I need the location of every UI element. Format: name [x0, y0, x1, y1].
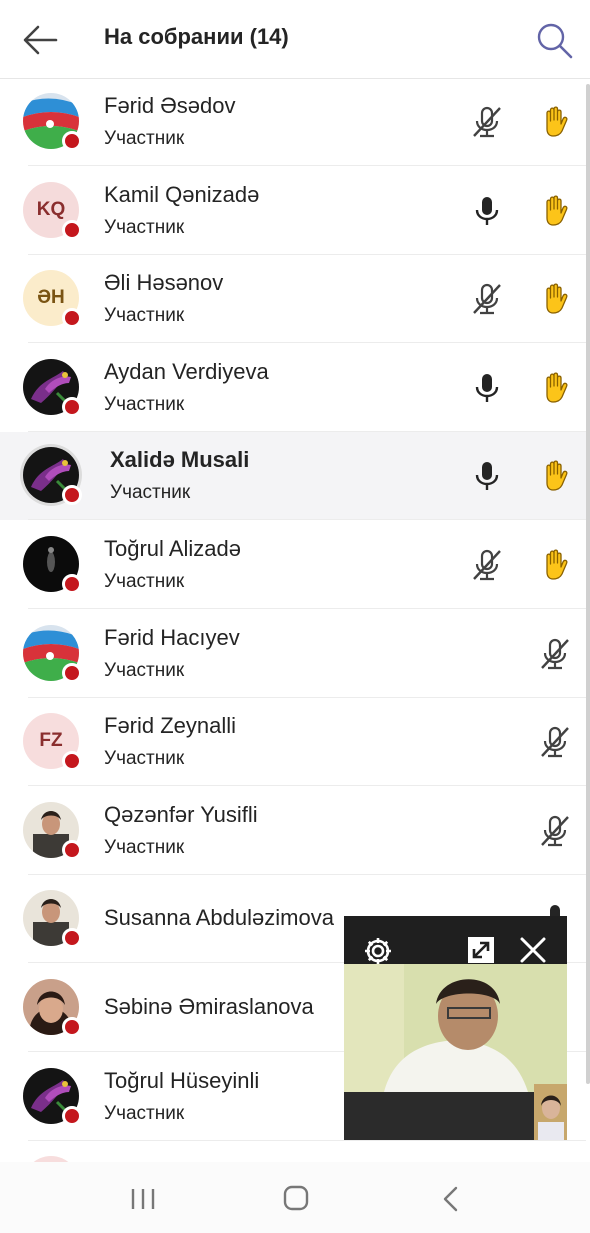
- presence-busy-indicator: [62, 928, 82, 948]
- presence-busy-indicator: [62, 220, 82, 240]
- microphone-muted-icon: [470, 548, 504, 582]
- avatar-initials: FZ: [39, 730, 63, 751]
- participant-row[interactable]: Fərid Hacıyev Участник: [0, 610, 586, 698]
- participant-row[interactable]: KQ Kamil Qənizadə Участник: [0, 167, 586, 255]
- avatar: [23, 979, 82, 1037]
- close-icon[interactable]: [519, 936, 547, 964]
- participant-name: Susanna Abdulǝzimova: [104, 905, 334, 930]
- microphone-muted-icon: [470, 282, 504, 316]
- raised-hand-icon: [538, 104, 572, 138]
- participant-row[interactable]: Toğrul Alizadə Участник: [0, 521, 586, 609]
- top-bar: На собрании (14): [0, 0, 590, 79]
- presence-busy-indicator: [62, 840, 82, 860]
- divider: [28, 165, 586, 166]
- participant-name: Fərid Əsədov: [104, 93, 236, 118]
- participant-row[interactable]: Aydan Verdiyeva Участник: [0, 344, 586, 432]
- presence-busy-indicator: [62, 397, 82, 417]
- participant-name: Fərid Zeynalli: [104, 713, 237, 738]
- presence-busy-indicator: [62, 308, 82, 328]
- participant-role: Участник: [104, 571, 185, 592]
- recents-icon[interactable]: [128, 1187, 158, 1211]
- home-icon[interactable]: [282, 1184, 310, 1212]
- divider: [28, 342, 586, 343]
- pip-toolbar: [344, 916, 567, 964]
- participant-name: Səbinə Əmiraslanova: [104, 994, 314, 1019]
- page-title: На собрании (14): [104, 24, 289, 49]
- raised-hand-icon: [538, 458, 572, 492]
- avatar: [23, 359, 82, 417]
- presence-busy-indicator: [62, 751, 82, 771]
- microphone-icon: [470, 194, 504, 228]
- participant-row[interactable]: FZ Fərid Zeynalli Участник: [0, 698, 586, 786]
- participant-row[interactable]: Xalidə Musali Участник: [0, 432, 586, 520]
- participant-name: Toğrul Hüseyinli: [104, 1068, 260, 1093]
- participant-name: Aydan Verdiyeva: [104, 359, 269, 384]
- participant-role: Участник: [110, 482, 191, 503]
- participant-role: Участник: [104, 660, 185, 681]
- search-button[interactable]: [532, 18, 576, 62]
- avatar-initials: ƏH: [37, 287, 65, 308]
- participant-role: Участник: [104, 217, 185, 238]
- avatar-initials: KQ: [36, 199, 66, 220]
- gear-icon[interactable]: [362, 935, 394, 967]
- arrow-left-icon: [23, 25, 58, 55]
- avatar: [23, 447, 82, 505]
- back-button[interactable]: [18, 20, 62, 60]
- participant-name: Kamil Qənizadə: [104, 182, 260, 207]
- microphone-muted-icon: [470, 105, 504, 139]
- participant-row[interactable]: Fərid Əsədov Участник: [0, 78, 586, 166]
- divider: [28, 785, 586, 786]
- participant-row[interactable]: Qəzənfər Yusifli Участник: [0, 787, 586, 875]
- raised-hand-icon: [538, 547, 572, 581]
- presence-busy-indicator: [62, 131, 82, 151]
- microphone-muted-icon: [538, 725, 572, 759]
- avatar: [23, 625, 82, 683]
- scrollbar[interactable]: [586, 84, 590, 1084]
- microphone-muted-icon: [538, 814, 572, 848]
- expand-icon[interactable]: [467, 936, 495, 964]
- presence-busy-indicator: [62, 663, 82, 683]
- presence-busy-indicator: [62, 485, 82, 505]
- participant-role: Участник: [104, 1103, 185, 1124]
- avatar: [23, 93, 82, 151]
- raised-hand-icon: [538, 370, 572, 404]
- divider: [28, 519, 586, 520]
- avatar: KQ: [23, 182, 82, 240]
- chevron-left-icon[interactable]: [438, 1185, 464, 1213]
- avatar: ƏH: [23, 270, 82, 328]
- pip-window[interactable]: [344, 916, 567, 1140]
- participant-name: Fərid Hacıyev: [104, 625, 240, 650]
- raised-hand-icon: [538, 193, 572, 227]
- avatar: [23, 536, 82, 594]
- presence-busy-indicator: [62, 1017, 82, 1037]
- remote-video: [344, 964, 567, 1092]
- participant-role: Участник: [104, 128, 185, 149]
- participant-name: Qəzənfər Yusifli: [104, 802, 258, 827]
- participant-name: Toğrul Alizadə: [104, 536, 241, 561]
- search-icon: [537, 23, 573, 59]
- participant-row[interactable]: YQYasin Quliyev: [0, 1141, 586, 1162]
- presence-busy-indicator: [62, 1106, 82, 1126]
- participant-name: Əli Həsənov: [104, 270, 224, 295]
- avatar: [23, 890, 82, 948]
- microphone-icon: [470, 371, 504, 405]
- participant-row[interactable]: ƏH Əli Həsənov Участник: [0, 255, 586, 343]
- raised-hand-icon: [538, 281, 572, 315]
- participant-role: Участник: [104, 837, 185, 858]
- system-nav-bar: [0, 1162, 590, 1233]
- avatar: [23, 802, 82, 860]
- avatar: [23, 1068, 82, 1126]
- microphone-icon: [470, 459, 504, 493]
- participant-role: Участник: [104, 394, 185, 415]
- microphone-muted-icon: [538, 637, 572, 671]
- participant-name: Xalidə Musali: [110, 447, 250, 472]
- divider: [28, 608, 586, 609]
- avatar: FZ: [23, 713, 82, 771]
- participant-role: Участник: [104, 748, 185, 769]
- participant-role: Участник: [104, 305, 185, 326]
- presence-busy-indicator: [62, 574, 82, 594]
- self-video: [534, 1084, 567, 1140]
